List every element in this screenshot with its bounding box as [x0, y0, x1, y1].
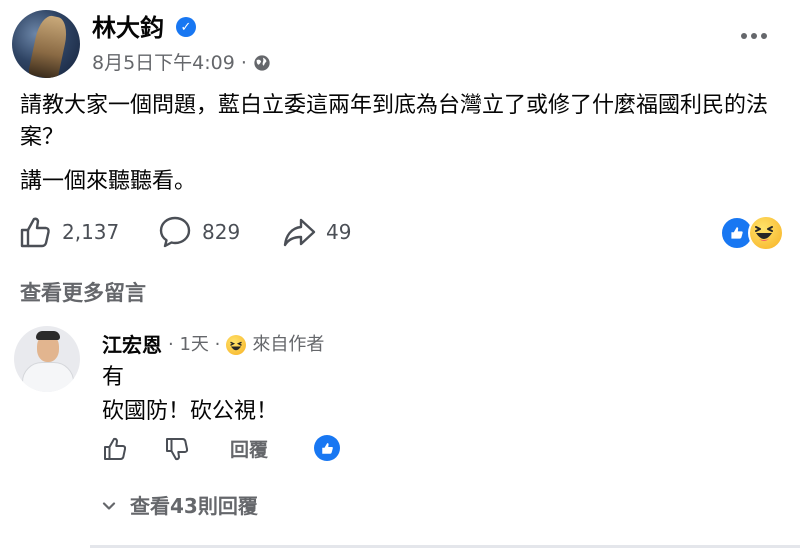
post-timestamp[interactable]: 8月5日下午4:09 — [92, 50, 235, 76]
commenter-name[interactable]: 江宏恩 — [102, 331, 162, 359]
comment-time[interactable]: · 1天 · — [168, 331, 220, 359]
commenter-avatar[interactable] — [14, 326, 80, 392]
author-label: 來自作者 — [252, 334, 325, 355]
like-button[interactable]: 2,137 — [18, 214, 119, 250]
meta-separator: · — [240, 52, 247, 74]
view-more-comments-link[interactable]: 查看更多留言 — [20, 278, 146, 308]
post-text-paragraph: 講一個來聽聽看。 — [20, 169, 197, 194]
reaction-summary[interactable] — [720, 214, 784, 251]
author-avatar[interactable] — [12, 10, 80, 78]
haha-emoji-icon — [226, 335, 247, 355]
comment-line: 砍國防！砍公視！ — [102, 399, 279, 424]
comment-header: 江宏恩 · 1天 · 來自作者 — [102, 331, 324, 359]
dot-icon — [741, 33, 747, 39]
like-count: 2,137 — [62, 220, 120, 244]
comment-bubble-icon — [159, 216, 191, 248]
comment-count: 829 — [202, 220, 241, 244]
view-replies-label: 查看43則回覆 — [130, 494, 258, 518]
thumbs-up-icon — [104, 437, 127, 460]
comment-like-button[interactable] — [102, 434, 128, 464]
post-text-paragraph: 請教大家一個問題，藍白立委這兩年到底為台灣立了或修了什麼福國利民的法案？ — [20, 93, 769, 150]
post-meta: 8月5日下午4:09 · — [92, 50, 271, 76]
verified-badge-icon: ✓ — [176, 17, 196, 37]
comment-dislike-button[interactable] — [164, 434, 190, 464]
share-arrow-icon — [283, 218, 316, 247]
more-options-button[interactable] — [736, 26, 772, 46]
author-name[interactable]: 林大鈞 — [92, 13, 164, 43]
comment-text: 有 砍國防！砍公視！ — [102, 362, 278, 430]
haha-icon — [748, 215, 784, 251]
globe-icon — [254, 55, 270, 71]
comment-line: 有 — [102, 365, 125, 390]
chevron-down-icon — [102, 502, 116, 510]
share-count: 49 — [326, 220, 352, 244]
dot-icon — [761, 33, 767, 39]
view-replies-link[interactable]: 查看43則回覆 — [102, 492, 258, 520]
thumbs-down-icon — [166, 438, 189, 461]
like-reaction-icon[interactable] — [314, 435, 340, 461]
share-button[interactable]: 49 — [282, 214, 351, 250]
dot-icon — [751, 33, 757, 39]
comment-button[interactable]: 829 — [158, 214, 240, 250]
reply-button[interactable]: 回覆 — [230, 436, 268, 464]
post-body: 請教大家一個問題，藍白立委這兩年到底為台灣立了或修了什麼福國利民的法案？ 講一個… — [20, 90, 780, 210]
thumbs-up-icon — [20, 217, 50, 248]
